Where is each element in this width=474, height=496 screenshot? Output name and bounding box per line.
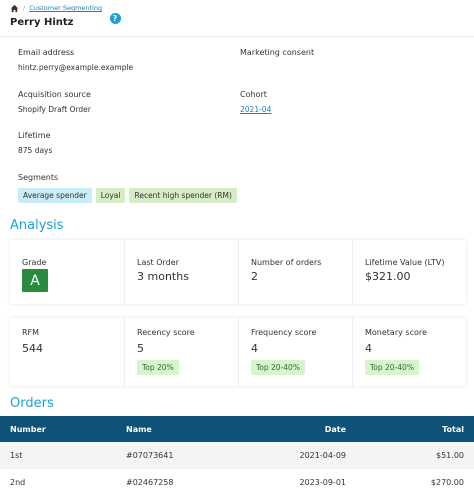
email-field: Email address hintz.perry@example.exampl… [18, 48, 133, 72]
analysis-card-scores: RFM 544 Recency score 5 Top 20% Frequenc… [10, 318, 466, 386]
ltv-label: Lifetime Value (LTV) [365, 258, 445, 267]
segments-label: Segments [18, 173, 59, 182]
header-divider [0, 36, 474, 37]
page-title: Perry Hintz [10, 16, 74, 28]
acquisition-source-field: Acquisition source Shopify Draft Order [18, 90, 91, 114]
frequency-label: Frequency score [251, 328, 317, 337]
frequency-value: 4 [251, 342, 258, 355]
number-of-orders-value: 2 [251, 270, 258, 283]
order-number: 1st [10, 451, 23, 460]
number-of-orders-cell: Number of orders 2 [238, 240, 352, 304]
monetary-label: Monetary score [365, 328, 427, 337]
email-label: Email address [18, 48, 75, 57]
lifetime-value: 875 days [18, 146, 53, 155]
monetary-cell: Monetary score 4 Top 20-40% [352, 318, 466, 386]
column-header-name[interactable]: Name [116, 416, 232, 442]
column-header-number[interactable]: Number [0, 416, 116, 442]
orders-header-row: Number Name Date Total [0, 416, 474, 442]
grade-cell: Grade A [10, 240, 124, 304]
table-row[interactable]: 1st #07073641 2021-04-09 $51.00 [0, 442, 474, 469]
analysis-title: Analysis [10, 218, 64, 233]
order-total: $270.00 [430, 478, 464, 487]
last-order-label: Last Order [137, 258, 179, 267]
lifetime-label: Lifetime [18, 131, 51, 140]
segment-tag: Recent high spender (RM) [129, 188, 237, 203]
segment-tag: Average spender [18, 188, 92, 203]
lifetime-field: Lifetime 875 days [18, 131, 52, 155]
breadcrumb: / Customer Segmenting [10, 3, 102, 13]
email-value: hintz.perry@example.example [18, 63, 134, 72]
frequency-badge: Top 20-40% [251, 360, 305, 375]
order-date: 2023-09-01 [299, 478, 347, 487]
column-header-date[interactable]: Date [232, 416, 356, 442]
recency-cell: Recency score 5 Top 20% [124, 318, 238, 386]
help-icon[interactable]: ? [109, 12, 121, 24]
order-name: #02467258 [126, 478, 174, 487]
order-name: #07073641 [126, 451, 174, 460]
acquisition-source-value: Shopify Draft Order [18, 105, 91, 114]
grade-label: Grade [22, 258, 47, 267]
rfm-label: RFM [22, 328, 40, 337]
recency-value: 5 [137, 342, 144, 355]
order-total: $51.00 [436, 451, 464, 460]
page-header: Perry Hintz ? [10, 12, 121, 29]
last-order-cell: Last Order 3 months [124, 240, 238, 304]
segment-tag: Loyal [95, 188, 126, 203]
order-date: 2021-04-09 [299, 451, 347, 460]
orders-table: Number Name Date Total 1st #07073641 202… [0, 416, 474, 496]
monetary-badge: Top 20-40% [365, 360, 419, 375]
acquisition-source-label: Acquisition source [18, 90, 91, 99]
order-number: 2nd [10, 478, 26, 487]
rfm-value: 544 [22, 342, 43, 355]
cohort-label: Cohort [240, 90, 267, 99]
frequency-cell: Frequency score 4 Top 20-40% [238, 318, 352, 386]
ltv-cell: Lifetime Value (LTV) $321.00 [352, 240, 466, 304]
marketing-consent-field: Marketing consent [240, 48, 314, 57]
breadcrumb-separator: / [23, 4, 26, 12]
monetary-value: 4 [365, 342, 372, 355]
recency-badge: Top 20% [137, 360, 179, 375]
column-header-total[interactable]: Total [356, 416, 474, 442]
marketing-consent-label: Marketing consent [240, 48, 315, 57]
ltv-value: $321.00 [365, 270, 411, 283]
rfm-cell: RFM 544 [10, 318, 124, 386]
cohort-link[interactable]: 2021-04 [240, 105, 271, 114]
home-icon[interactable] [10, 4, 19, 13]
recency-label: Recency score [137, 328, 195, 337]
analysis-card-top: Grade A Last Order 3 months Number of or… [10, 240, 466, 304]
last-order-value: 3 months [137, 270, 189, 283]
cohort-field: Cohort 2021-04 [240, 90, 271, 114]
grade-badge: A [22, 269, 48, 292]
number-of-orders-label: Number of orders [251, 258, 322, 267]
table-row[interactable]: 2nd #02467258 2023-09-01 $270.00 [0, 469, 474, 496]
segment-tags: Average spender Loyal Recent high spende… [18, 188, 237, 203]
orders-title: Orders [10, 396, 54, 411]
breadcrumb-link-customer-segmenting[interactable]: Customer Segmenting [29, 4, 102, 12]
segments-field: Segments [18, 173, 58, 182]
